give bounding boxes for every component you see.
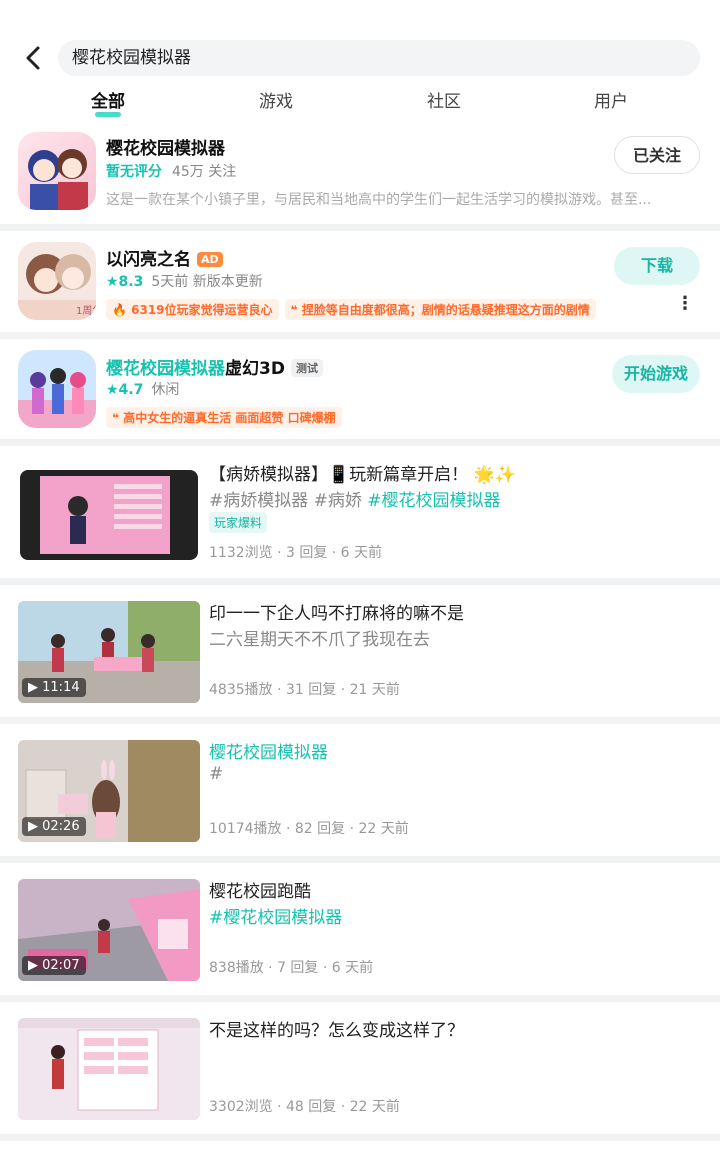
- review-tags: 🔥 6319位玩家觉得运营良心 ❝ 捏脸等自由度都很高；剧情的话悬疑推理这方面的剧…: [106, 299, 602, 320]
- app-result-1[interactable]: 樱花校园模拟器 暂无评分 45万 关注 这是一款在某个小镇子里，与居民和当地高中的…: [0, 130, 720, 224]
- post-hashtags: #病娇模拟器 #病娇 #樱花校园模拟器: [209, 486, 709, 511]
- app-name: 樱花校园模拟器虚幻3D 测试: [106, 354, 323, 379]
- section-divider: [0, 439, 720, 446]
- app-name-text: 以闪亮之名: [106, 250, 191, 270]
- tab-community[interactable]: 社区: [404, 88, 484, 116]
- update-info: 5天前 新版本更新: [151, 274, 263, 290]
- post-stats: 1132浏览 · 3 回复 · 6 天前: [209, 545, 383, 561]
- video-thumbnail: ▶ 02:26: [18, 740, 200, 842]
- post-stats: 10174播放 · 82 回复 · 22 天前: [209, 821, 409, 837]
- back-arrow-icon[interactable]: [18, 42, 50, 74]
- app-meta: ★4.7 休闲: [106, 379, 179, 399]
- post-item-2[interactable]: ▶ 11:14 印一一下企人吗不打麻将的嘛不是 二六星期天不不爪了我现在去 48…: [0, 585, 720, 717]
- post-title: 樱花校园跑酷: [209, 882, 311, 902]
- review-tags: ❝ 高中女生的逼真生活 画面超赞 口碑爆棚: [106, 407, 348, 428]
- rating-text: 暂无评分: [106, 164, 162, 180]
- video-thumbnail: ▶ 11:14: [18, 601, 200, 703]
- post-stats: 838播放 · 7 回复 · 6 天前: [209, 960, 374, 976]
- post-subtitle: 二六星期天不不爪了我现在去: [209, 630, 430, 650]
- tab-games[interactable]: 游戏: [236, 88, 316, 116]
- review-tag: ❝ 高中女生的逼真生活 画面超赞 口碑爆棚: [106, 407, 342, 428]
- app-name: 以闪亮之名 AD: [106, 245, 223, 270]
- app-name-rest: 虚幻3D: [225, 359, 285, 379]
- search-results-page: 樱花校园模拟器 全部 游戏 社区 用户 樱花校园模拟器 暂无评分 45万 关注: [0, 0, 720, 1152]
- section-divider: [0, 578, 720, 585]
- video-duration: ▶ 11:14: [22, 678, 86, 697]
- app-meta: 暂无评分 45万 关注: [106, 161, 236, 181]
- post-item-5[interactable]: 不是这样的吗？怎么变成这样了？ 3302浏览 · 48 回复 · 22 天前: [0, 1002, 720, 1134]
- post-title: 樱花校园模拟器: [209, 738, 709, 763]
- app-description: 这是一款在某个小镇子里，与居民和当地高中的学生们一起生活学习的模拟游戏。甚至..…: [106, 192, 652, 208]
- hashtag-link[interactable]: #樱花校园模拟器: [367, 491, 500, 511]
- download-button[interactable]: 下载: [614, 247, 700, 285]
- header: 樱花校园模拟器 全部 游戏 社区 用户: [0, 0, 720, 130]
- post-title-link[interactable]: 樱花校园模拟器: [209, 743, 328, 763]
- search-input[interactable]: 樱花校园模拟器: [58, 40, 700, 76]
- post-thumbnail: [18, 462, 200, 564]
- play-button[interactable]: 开始游戏: [612, 355, 700, 393]
- video-duration: ▶ 02:07: [22, 956, 86, 975]
- post-item-3[interactable]: ▶ 02:26 樱花校园模拟器 # 10174播放 · 82 回复 · 22 天…: [0, 724, 720, 856]
- section-divider: [0, 224, 720, 231]
- app-name-highlight: 樱花校园模拟器: [106, 359, 225, 379]
- app-icon: [18, 350, 96, 428]
- section-divider: [0, 856, 720, 863]
- review-tag: 🔥 6319位玩家觉得运营良心: [106, 299, 279, 320]
- ad-badge: AD: [197, 252, 223, 267]
- app-result-3[interactable]: 樱花校园模拟器虚幻3D 测试 ★4.7 休闲 ❝ 高中女生的逼真生活 画面超赞 口碑…: [0, 339, 720, 439]
- section-divider: [0, 332, 720, 339]
- post-item-1[interactable]: 【病娇模拟器】📱玩新篇章开启！ 🌟✨ #病娇模拟器 #病娇 #樱花校园模拟器 玩…: [0, 446, 720, 578]
- beta-badge: 测试: [290, 359, 323, 377]
- followed-button[interactable]: 已关注: [614, 136, 700, 174]
- app-meta: ★8.3 5天前 新版本更新: [106, 271, 263, 291]
- app-result-2[interactable]: 1周年 以闪亮之名 AD ★8.3 5天前 新版本更新 🔥 6319位玩家觉得运营良…: [0, 231, 720, 332]
- post-stats: 4835播放 · 31 回复 · 21 天前: [209, 682, 400, 698]
- review-tag: ❝ 捏脸等自由度都很高；剧情的话悬疑推理这方面的剧情: [284, 299, 596, 320]
- more-options-icon[interactable]: ⋮: [676, 295, 694, 313]
- tab-active-indicator: [95, 112, 121, 117]
- hashtag-link[interactable]: #樱花校园模拟器: [209, 908, 342, 928]
- post-title: 印一一下企人吗不打麻将的嘛不是: [209, 604, 464, 624]
- hashtag-plain: #病娇模拟器 #病娇: [209, 491, 368, 511]
- section-divider: [0, 995, 720, 1002]
- post-title: 【病娇模拟器】📱玩新篇章开启！ 🌟✨: [209, 465, 516, 485]
- genre: 休闲: [151, 382, 180, 398]
- post-title: 不是这样的吗？怎么变成这样了？: [209, 1021, 464, 1041]
- section-divider: [0, 717, 720, 724]
- post-stats: 3302浏览 · 48 回复 · 22 天前: [209, 1099, 400, 1115]
- app-icon: 1周年: [18, 242, 96, 320]
- tab-users[interactable]: 用户: [571, 88, 651, 116]
- app-icon: [18, 132, 96, 210]
- post-item-4[interactable]: ▶ 02:07 樱花校园跑酷 #樱花校园模拟器 838播放 · 7 回复 · 6…: [0, 863, 720, 995]
- post-hashtags: #樱花校园模拟器: [209, 903, 709, 928]
- video-thumbnail: ▶ 02:07: [18, 879, 200, 981]
- tab-bar: 全部 游戏 社区 用户: [0, 88, 720, 124]
- video-duration: ▶ 02:26: [22, 817, 86, 836]
- follower-count: 45万 关注: [172, 164, 237, 180]
- svg-text:1周年: 1周年: [76, 304, 96, 317]
- rating-score: ★4.7: [106, 382, 144, 398]
- post-subtitle: #: [209, 764, 224, 784]
- app-name: 樱花校园模拟器: [106, 139, 225, 159]
- category-chip: 玩家爆料: [209, 512, 268, 533]
- post-thumbnail: [18, 1018, 200, 1120]
- section-divider: [0, 1134, 720, 1141]
- rating-score: ★8.3: [106, 274, 144, 290]
